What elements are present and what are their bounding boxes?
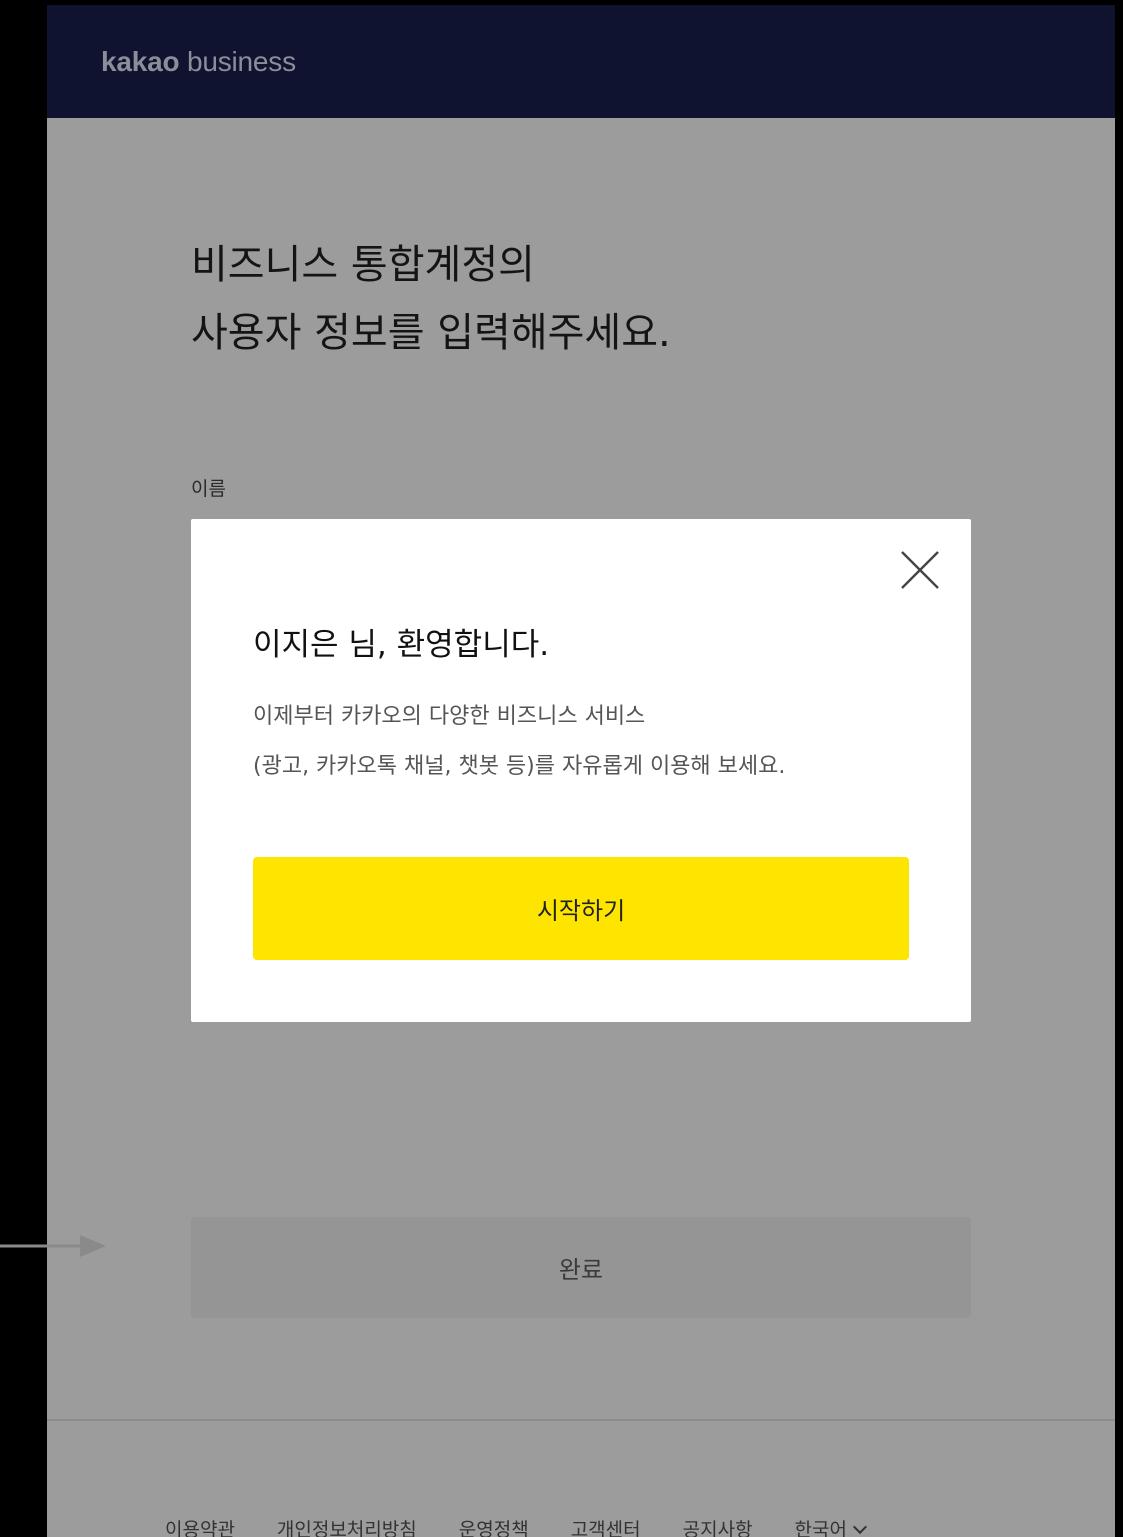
- footer-link-support[interactable]: 고객센터: [571, 1515, 641, 1537]
- name-field-label: 이름: [191, 478, 226, 500]
- language-label: 한국어: [794, 1519, 847, 1537]
- kakao-business-logo[interactable]: kakao business: [101, 46, 296, 78]
- footer-link-privacy[interactable]: 개인정보처리방침: [277, 1515, 417, 1537]
- modal-title: 이지은 님, 환영합니다.: [253, 627, 550, 663]
- modal-description: 이제부터 카카오의 다양한 비즈니스 서비스 (광고, 카카오톡 채널, 챗봇 등…: [253, 692, 785, 792]
- close-icon: [901, 551, 939, 589]
- footer-links: 이용약관 개인정보처리방침 운영정책 고객센터 공지사항 한국어: [165, 1515, 868, 1537]
- modal-close-button[interactable]: [897, 547, 943, 593]
- brand-business: business: [179, 46, 296, 77]
- page-title-line2: 사용자 정보를 입력해주세요.: [191, 310, 671, 356]
- footer-link-notice[interactable]: 공지사항: [683, 1515, 753, 1537]
- welcome-modal: 이지은 님, 환영합니다. 이제부터 카카오의 다양한 비즈니스 서비스 (광고,…: [191, 519, 971, 1022]
- footer-link-terms[interactable]: 이용약관: [165, 1515, 235, 1537]
- page-title-line1: 비즈니스 통합계정의: [191, 242, 535, 288]
- language-selector[interactable]: 한국어: [794, 1515, 868, 1537]
- arrow-right-icon: [0, 1235, 106, 1257]
- start-button[interactable]: 시작하기: [253, 857, 909, 960]
- brand-kakao: kakao: [101, 46, 180, 77]
- footer-divider: [47, 1419, 1115, 1421]
- footer-link-policy[interactable]: 운영정책: [459, 1515, 529, 1537]
- page-title: 비즈니스 통합계정의사용자 정보를 입력해주세요.: [191, 231, 671, 367]
- done-button[interactable]: 완료: [191, 1217, 971, 1318]
- chevron-down-icon: [852, 1519, 868, 1535]
- modal-desc-line1: 이제부터 카카오의 다양한 비즈니스 서비스: [253, 704, 646, 729]
- header: kakao business: [47, 5, 1115, 118]
- modal-desc-line2: (광고, 카카오톡 채널, 챗봇 등)를 자유롭게 이용해 보세요.: [253, 754, 786, 779]
